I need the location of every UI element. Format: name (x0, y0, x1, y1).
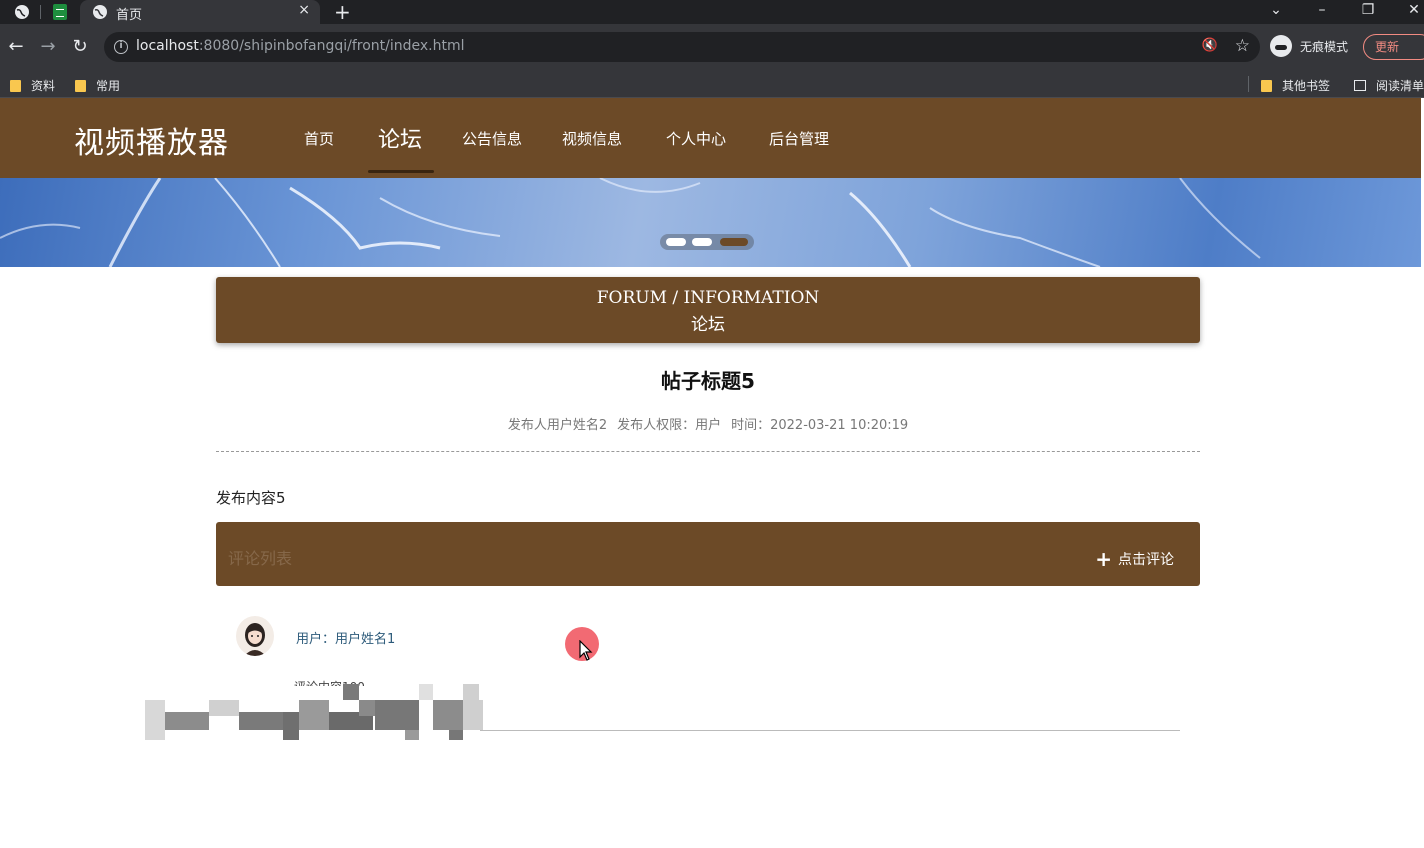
carousel-indicators (660, 234, 754, 250)
restore-icon[interactable]: ❐ (1348, 0, 1388, 24)
folder-icon (75, 80, 86, 92)
new-tab-button[interactable]: + (334, 0, 351, 24)
close-icon[interactable]: × (298, 2, 310, 18)
reading-list-icon (1354, 80, 1366, 91)
info-icon[interactable]: i (114, 40, 128, 54)
section-title-zh: 论坛 (691, 315, 725, 335)
tab-home[interactable]: 首页 × (80, 0, 320, 24)
tab-separator (40, 5, 41, 19)
back-icon[interactable]: ← (5, 36, 27, 58)
section-title-en: FORUM / INFORMATION (596, 288, 820, 308)
post-time: 时间：2022-03-21 10:20:19 (731, 418, 909, 433)
folder-icon (10, 80, 21, 92)
globe-icon (93, 5, 107, 19)
nav-announcements[interactable]: 公告信息 (462, 128, 522, 149)
carousel-dot-2[interactable] (692, 238, 712, 246)
plus-icon: + (1095, 547, 1112, 571)
url-input[interactable]: i localhost:8080/shipinbofangqi/front/in… (104, 32, 1260, 62)
incognito-label: 无痕模式 (1300, 40, 1349, 54)
site-header: 视频播放器 首页 论坛 公告信息 视频信息 个人中心 后台管理 (0, 98, 1421, 178)
post-content: 发布内容5 (216, 489, 286, 507)
browser-tab-strip: 首页 × + ⌄ – ❐ ✕ (0, 0, 1424, 24)
forward-icon[interactable]: → (37, 36, 59, 58)
bookmarks-bar: 资料 常用 其他书签 阅读清单 (0, 70, 1424, 98)
post-author: 发布人用户姓名2 (507, 418, 608, 433)
reading-list[interactable]: 阅读清单 (1354, 77, 1424, 94)
post-title: 帖子标题5 (661, 369, 755, 393)
comment-divider (480, 730, 1180, 731)
star-icon[interactable]: ☆ (1235, 36, 1250, 56)
bookmark-folder-ziliao[interactable]: 资料 (10, 77, 55, 94)
nav-home[interactable]: 首页 (304, 128, 334, 149)
incognito-icon (1270, 35, 1292, 57)
divider (216, 451, 1200, 452)
comment-user: 用户：用户姓名1 (296, 632, 396, 647)
nav-videos[interactable]: 视频信息 (562, 128, 622, 149)
carousel-dot-3[interactable] (720, 238, 748, 246)
carousel-dot-1[interactable] (666, 238, 686, 246)
bookmark-separator (1248, 76, 1249, 92)
sheets-tab-icon[interactable] (53, 4, 67, 20)
globe-icon[interactable] (14, 4, 30, 20)
media-blocked-icon[interactable]: 🔇 (1202, 38, 1218, 53)
reload-icon[interactable]: ↻ (69, 36, 91, 58)
tab-search-icon[interactable]: ⌄ (1256, 0, 1296, 24)
post-role: 发布人权限：用户 (617, 418, 722, 433)
tab-title: 首页 (116, 8, 143, 23)
banner-image (0, 178, 1261, 267)
avatar (236, 616, 274, 656)
folder-icon (1261, 80, 1272, 92)
window-close-icon[interactable]: ✕ (1394, 0, 1424, 24)
bookmark-folder-changyong[interactable]: 常用 (75, 77, 120, 94)
address-bar-row: ← → ↻ i localhost:8080/shipinbofangqi/fr… (0, 24, 1424, 70)
comment-list-label: 评论列表 (228, 549, 293, 568)
bookmark-other[interactable]: 其他书签 (1261, 77, 1330, 94)
section-header: FORUM / INFORMATION 论坛 (216, 277, 1200, 343)
site-logo[interactable]: 视频播放器 (74, 118, 229, 162)
update-button[interactable]: 更新 (1363, 34, 1424, 60)
mouse-cursor-icon (579, 640, 593, 661)
banner-carousel[interactable] (0, 178, 1421, 267)
post-meta: 发布人用户姓名2 发布人权限：用户 时间：2022-03-21 10:20:19 (216, 414, 1200, 433)
pixelated-overlay (145, 684, 483, 740)
url-text: localhost:8080/shipinbofangqi/front/inde… (136, 38, 465, 54)
minimize-icon[interactable]: – (1302, 0, 1342, 24)
nav-profile[interactable]: 个人中心 (666, 128, 726, 149)
active-nav-indicator (368, 170, 434, 173)
add-comment-button[interactable]: + 点击评论 (1095, 547, 1174, 571)
nav-admin[interactable]: 后台管理 (769, 128, 829, 149)
nav-forum[interactable]: 论坛 (378, 122, 422, 154)
comment-list-header: 评论列表 + 点击评论 (216, 522, 1200, 586)
